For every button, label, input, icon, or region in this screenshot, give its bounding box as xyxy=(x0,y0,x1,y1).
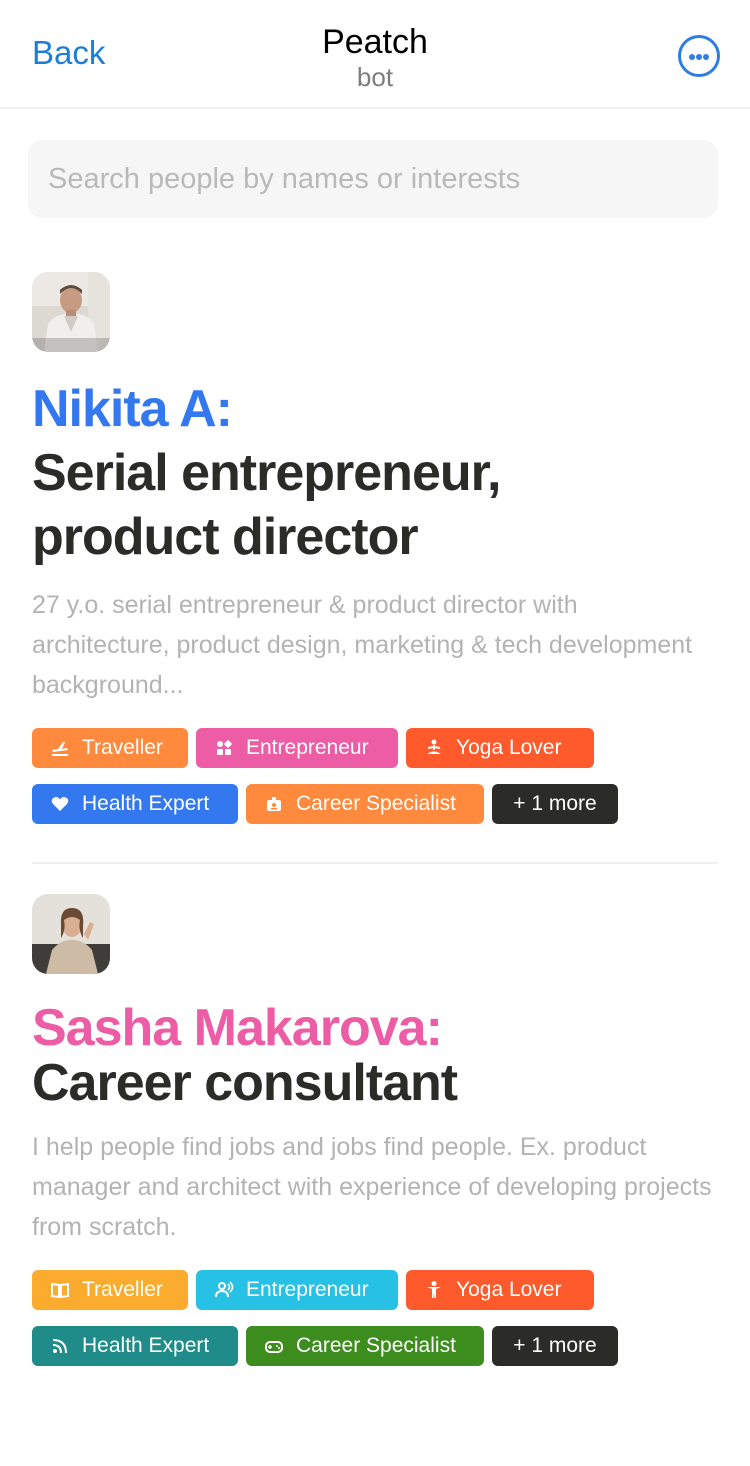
badge-icon xyxy=(264,794,284,814)
heart-icon xyxy=(50,794,70,814)
avatar[interactable] xyxy=(32,272,110,352)
plane-icon xyxy=(50,738,70,758)
profile-role-line: Career consultant xyxy=(32,1054,458,1112)
more-tags-button[interactable]: + 1 more xyxy=(492,1326,618,1366)
person-icon xyxy=(424,1280,444,1300)
tag-label: Yoga Lover xyxy=(456,1278,562,1301)
avatar[interactable] xyxy=(32,894,110,974)
tag-label: Career Specialist xyxy=(296,792,456,815)
tag-yoga-lover[interactable]: Yoga Lover xyxy=(406,728,594,768)
title-block: Peatch bot xyxy=(0,22,750,92)
book-icon xyxy=(50,1280,70,1300)
profile-name[interactable]: Nikita A: xyxy=(32,378,233,441)
search-input[interactable] xyxy=(28,140,718,218)
grid-icon xyxy=(214,738,234,758)
profile-role-line: Serial entrepreneur, xyxy=(32,444,501,502)
tag-entrepreneur[interactable]: Entrepreneur xyxy=(196,1270,398,1310)
tag-label: Traveller xyxy=(82,1278,163,1301)
tag-career-specialist[interactable]: Career Specialist xyxy=(246,784,484,824)
tag-traveller[interactable]: Traveller xyxy=(32,728,188,768)
tag-label: Career Specialist xyxy=(296,1334,456,1357)
app-title: Peatch xyxy=(322,23,428,61)
profile-bio: I help people find jobs and jobs find pe… xyxy=(32,1133,712,1241)
more-tags-button[interactable]: + 1 more xyxy=(492,784,618,824)
tag-health-expert[interactable]: Health Expert xyxy=(32,784,238,824)
tag-entrepreneur[interactable]: Entrepreneur xyxy=(196,728,398,768)
tag-label: Health Expert xyxy=(82,1334,210,1357)
tag-yoga-lover[interactable]: Yoga Lover xyxy=(406,1270,594,1310)
ellipsis-circle-icon[interactable] xyxy=(678,35,720,77)
profile-name[interactable]: Sasha Makarova: xyxy=(32,997,443,1060)
tag-label: Traveller xyxy=(82,736,163,759)
tag-label: Entrepreneur xyxy=(246,736,369,759)
tag-career-specialist[interactable]: Career Specialist xyxy=(246,1326,484,1366)
tag-traveller[interactable]: Traveller xyxy=(32,1270,188,1310)
meditation-icon xyxy=(424,738,444,758)
profile-bio: 27 y.o. serial entrepreneur & product di… xyxy=(32,591,693,699)
profile-role-line: product director xyxy=(32,508,419,566)
tag-health-expert[interactable]: Health Expert xyxy=(32,1326,238,1366)
gamepad-icon xyxy=(264,1336,284,1356)
divider xyxy=(32,862,718,864)
app-subtitle: bot xyxy=(356,62,394,92)
tag-label: Health Expert xyxy=(82,792,210,815)
top-bar: Back Peatch bot xyxy=(0,0,750,109)
tag-label: Yoga Lover xyxy=(456,736,562,759)
people-icon xyxy=(214,1280,234,1300)
tag-label: Entrepreneur xyxy=(246,1278,369,1301)
rss-icon xyxy=(50,1336,70,1356)
